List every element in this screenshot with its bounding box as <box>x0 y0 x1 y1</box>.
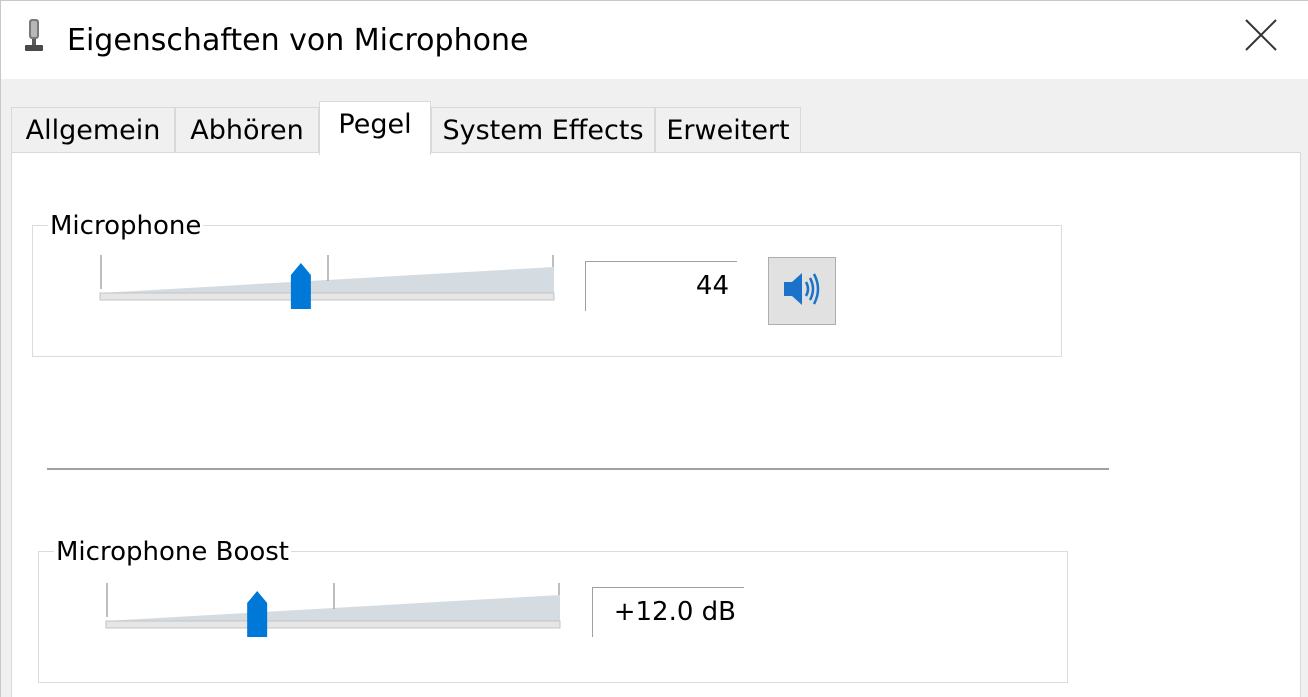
microphone-icon <box>23 19 45 53</box>
tab-bar: Allgemein Abhören Pegel System Effects E… <box>1 79 1308 155</box>
tab-pegel[interactable]: Pegel <box>319 101 431 155</box>
mute-toggle-button[interactable] <box>768 257 836 325</box>
properties-dialog: Eigenschaften von Microphone Allgemein A… <box>0 0 1308 697</box>
microphone-boost-group-label: Microphone Boost <box>54 537 291 567</box>
close-button[interactable] <box>1233 11 1289 63</box>
title-bar: Eigenschaften von Microphone <box>1 1 1308 79</box>
speaker-volume-icon <box>780 269 824 313</box>
tab-allgemein[interactable]: Allgemein <box>11 107 175 153</box>
tab-abhoeren[interactable]: Abhören <box>175 107 319 153</box>
microphone-boost-slider[interactable] <box>104 579 564 641</box>
microphone-level-slider[interactable] <box>98 251 558 313</box>
microphone-level-value[interactable]: 44 <box>585 261 737 311</box>
tab-content-pegel: Microphone 44 Microphone Boost +12.0 dB <box>11 152 1301 697</box>
window-title: Eigenschaften von Microphone <box>67 23 529 58</box>
close-icon <box>1244 18 1278 56</box>
tab-system-effects[interactable]: System Effects <box>431 107 655 153</box>
tab-erweitert[interactable]: Erweitert <box>655 107 801 153</box>
microphone-group-label: Microphone <box>48 211 204 241</box>
microphone-boost-value[interactable]: +12.0 dB <box>592 587 744 637</box>
section-divider <box>47 468 1109 470</box>
